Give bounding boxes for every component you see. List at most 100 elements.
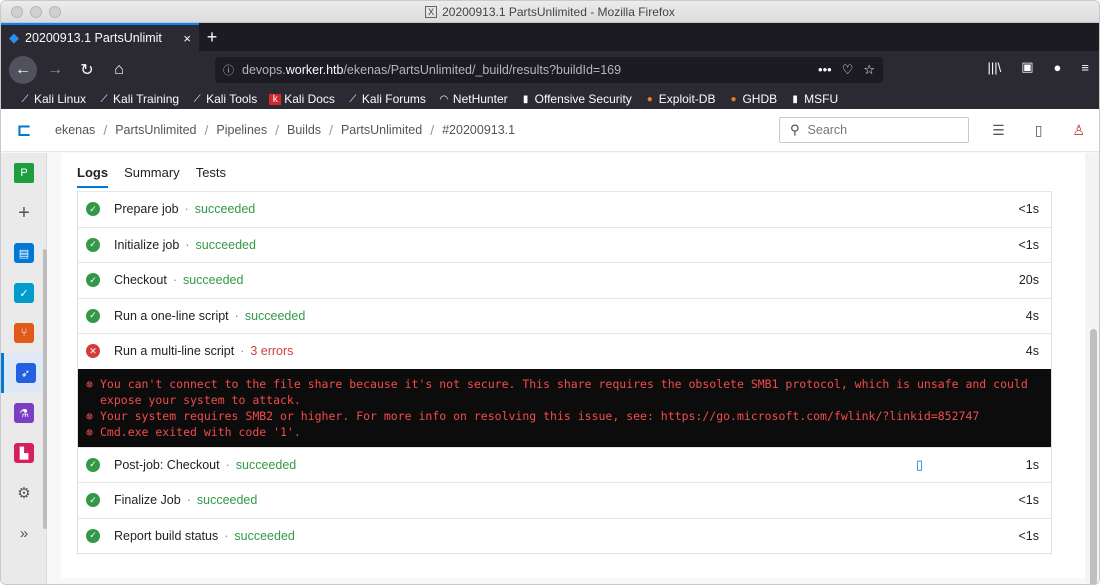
- check-circle-icon: ✓: [86, 493, 100, 508]
- bookmark-item[interactable]: ▮ Offensive Security: [520, 92, 632, 106]
- tab-title: 20200913.1 PartsUnlimit: [25, 31, 162, 45]
- url-bar[interactable]: ⓘ devops. worker.htb/ekenas/PartsUnlimite…: [215, 57, 883, 83]
- bookmark-item[interactable]: ● GHDB: [727, 92, 777, 106]
- breadcrumb-build[interactable]: #20200913.1: [434, 123, 523, 137]
- search-icon: ⚲: [790, 122, 800, 137]
- step-row[interactable]: ✓ Prepare job · succeeded <1s: [78, 191, 1051, 227]
- ghdb-icon: ●: [730, 93, 737, 105]
- step-duration: 20s: [1018, 273, 1039, 288]
- tab-logs[interactable]: Logs: [77, 165, 109, 188]
- page-actions-icon[interactable]: •••: [818, 62, 832, 78]
- bookmark-item[interactable]: ▮ MSFU: [789, 92, 838, 106]
- window-controls: [11, 6, 61, 18]
- step-duration: 1s: [1025, 457, 1039, 472]
- result-tabs: Logs Summary Tests: [77, 165, 226, 188]
- step-duration: <1s: [1018, 202, 1039, 217]
- bookmark-item[interactable]: k Kali Docs: [269, 92, 335, 106]
- url-prefix: devops.: [242, 63, 286, 77]
- step-row[interactable]: ✓ Initialize job · succeeded <1s: [78, 226, 1051, 263]
- check-circle-icon: ✓: [86, 457, 100, 472]
- check-circle-icon: ✓: [86, 528, 100, 543]
- step-duration: 4s: [1025, 344, 1039, 359]
- breadcrumb-pipelines[interactable]: Pipelines: [208, 123, 275, 137]
- bookmark-item[interactable]: ⟋ Kali Training: [98, 92, 180, 106]
- pocket-icon[interactable]: ♡: [842, 62, 854, 78]
- step-row[interactable]: ✓ Checkout · succeeded 20s: [78, 262, 1051, 298]
- boards-icon[interactable]: ✓: [1, 273, 47, 313]
- bookmarks-toolbar: ⟋ Kali Linux ⟋ Kali Training ⟋ Kali Tools k…: [1, 89, 1099, 109]
- msfu-icon: ▮: [792, 93, 798, 105]
- scrollbar-thumb[interactable]: [1090, 329, 1097, 584]
- job-steps-list: ✓ Prepare job · succeeded <1s ✓ Initiali…: [77, 191, 1052, 554]
- pipelines-icon[interactable]: ➶: [1, 353, 47, 393]
- shopping-bag-icon[interactable]: ▯: [1035, 122, 1043, 139]
- breadcrumb-organization[interactable]: ekenas: [47, 123, 103, 137]
- azure-devops-logo-icon[interactable]: ⊏: [1, 120, 47, 141]
- step-row[interactable]: ✓ Finalize Job · succeeded <1s: [78, 482, 1051, 518]
- add-icon[interactable]: +: [1, 193, 47, 233]
- step-row[interactable]: ✓ Run a one-line script · succeeded 4s: [78, 297, 1051, 334]
- sidebar-icon[interactable]: ▣: [1021, 59, 1033, 75]
- minimize-window-button[interactable]: [30, 6, 42, 18]
- log-line: ⊗ Your system requires SMB2 or higher. Fo…: [86, 408, 980, 423]
- nethunter-icon: ◠: [439, 93, 449, 105]
- check-circle-icon: ✓: [86, 308, 100, 323]
- log-line: ⊗ Cmd.exe exited with code '1'.: [86, 424, 301, 439]
- breadcrumb-pipeline[interactable]: PartsUnlimited: [333, 123, 430, 137]
- collapse-chevron-icon[interactable]: »: [1, 513, 47, 553]
- bookmark-star-icon[interactable]: ☆: [863, 62, 875, 78]
- failed-step-row[interactable]: ✕ Run a multi-line script · 3 errors 4s: [78, 333, 1051, 369]
- url-path: /ekenas/PartsUnlimited/_build/results?bu…: [343, 63, 622, 77]
- artifacts-icon[interactable]: ▙: [1, 433, 47, 473]
- back-button[interactable]: ←: [9, 56, 37, 84]
- step-row[interactable]: ✓ Report build status · succeeded <1s: [78, 517, 1051, 554]
- project-avatar[interactable]: P: [1, 153, 47, 193]
- step-status: succeeded: [234, 528, 295, 543]
- build-results-panel: Logs Summary Tests ✓ Prepare job · succe…: [61, 153, 1085, 578]
- search-placeholder: Search: [807, 123, 848, 137]
- bookmark-item[interactable]: ● Exploit-DB: [644, 92, 716, 106]
- tab-tests[interactable]: Tests: [196, 165, 226, 188]
- test-plans-icon[interactable]: ⚗: [1, 393, 47, 433]
- menu-icon[interactable]: ≡: [1081, 60, 1089, 75]
- error-log-console: ⊗ You can't connect to the file share bec…: [78, 368, 1051, 447]
- home-button[interactable]: ⌂: [105, 56, 133, 84]
- bookmark-item[interactable]: ⟋ Kali Linux: [19, 92, 87, 106]
- bookmark-item[interactable]: ⟋ Kali Tools: [191, 92, 258, 106]
- page-scrollbar[interactable]: [1085, 153, 1099, 584]
- step-status: succeeded: [244, 308, 306, 323]
- search-input[interactable]: ⚲ Search: [779, 117, 969, 143]
- user-settings-icon[interactable]: ♙: [1072, 122, 1085, 139]
- nav-scrollbar[interactable]: [43, 249, 47, 529]
- check-circle-icon: ✓: [86, 202, 100, 217]
- account-icon[interactable]: ●: [1054, 60, 1062, 75]
- forward-button[interactable]: →: [41, 56, 69, 84]
- step-row[interactable]: ✓ Post-job: Checkout · succeeded ▯ 1s: [78, 446, 1051, 483]
- close-window-button[interactable]: [11, 6, 23, 18]
- library-icon[interactable]: |||\: [988, 60, 1002, 75]
- breadcrumb-builds[interactable]: Builds: [279, 123, 329, 137]
- breadcrumb-project[interactable]: PartsUnlimited: [107, 123, 204, 137]
- repos-icon[interactable]: ⑂: [1, 313, 47, 353]
- reload-button[interactable]: ↻: [73, 56, 101, 84]
- step-duration: <1s: [1018, 493, 1039, 508]
- kali-dragon-icon: ⟋: [100, 93, 108, 105]
- maximize-window-button[interactable]: [49, 6, 61, 18]
- bookmark-item[interactable]: ⟋ Kali Forums: [347, 92, 426, 106]
- browser-tab[interactable]: ◆ 20200913.1 PartsUnlimit ×: [1, 23, 199, 51]
- tab-close-icon[interactable]: ×: [183, 31, 191, 46]
- info-icon[interactable]: ⓘ: [223, 62, 234, 78]
- bookmark-item[interactable]: ◠ NetHunter: [438, 92, 508, 106]
- error-circle-icon: ✕: [86, 344, 100, 359]
- new-tab-button[interactable]: +: [199, 23, 225, 51]
- view-log-icon[interactable]: ▯: [916, 457, 923, 473]
- list-icon[interactable]: ☰: [992, 122, 1005, 139]
- error-icon: ⊗: [86, 408, 93, 423]
- settings-gear-icon[interactable]: ⚙: [1, 473, 47, 513]
- step-duration: 4s: [1025, 308, 1039, 323]
- error-icon: ⊗: [86, 424, 93, 439]
- tab-summary[interactable]: Summary: [124, 165, 180, 188]
- overview-icon[interactable]: ▤: [1, 233, 47, 273]
- step-status: succeeded: [195, 237, 256, 252]
- step-status: succeeded: [235, 457, 297, 472]
